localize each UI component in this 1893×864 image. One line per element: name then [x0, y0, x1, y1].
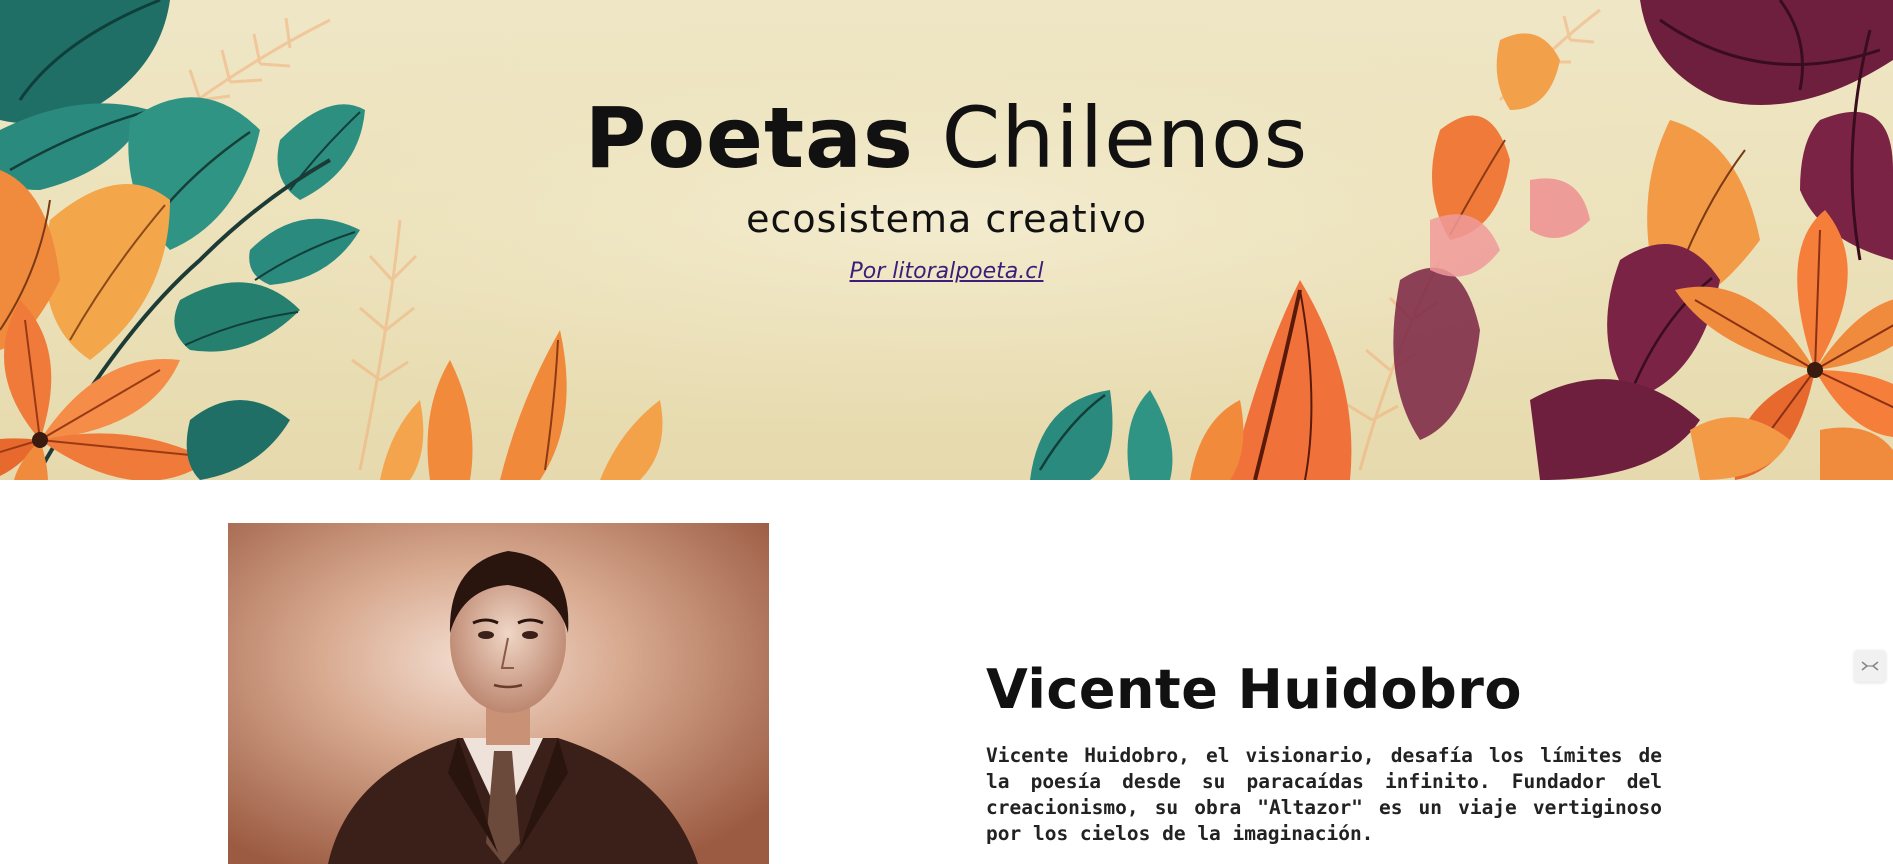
site-title-rest: Chilenos	[913, 89, 1309, 187]
site-title-strong: Poetas	[584, 89, 914, 187]
site-title: Poetas Chilenos	[0, 88, 1893, 188]
poet-bio: Vicente Huidobro, el visionario, desafía…	[986, 744, 1662, 845]
side-widget-button[interactable]	[1854, 650, 1886, 682]
collapse-arrows-icon	[1861, 661, 1879, 671]
site-subtitle: ecosistema creativo	[746, 197, 1147, 241]
credit-link[interactable]: Por litoralpoeta.cl	[0, 257, 1893, 287]
poet-info: Vicente Huidobro Vicente Huidobro, el vi…	[986, 655, 1662, 847]
poet-portrait	[228, 523, 769, 864]
poet-name: Vicente Huidobro	[986, 658, 1522, 721]
portrait-photo	[228, 523, 769, 864]
hero-banner: Poetas Chilenos ecosistema creativo Por …	[0, 0, 1893, 480]
